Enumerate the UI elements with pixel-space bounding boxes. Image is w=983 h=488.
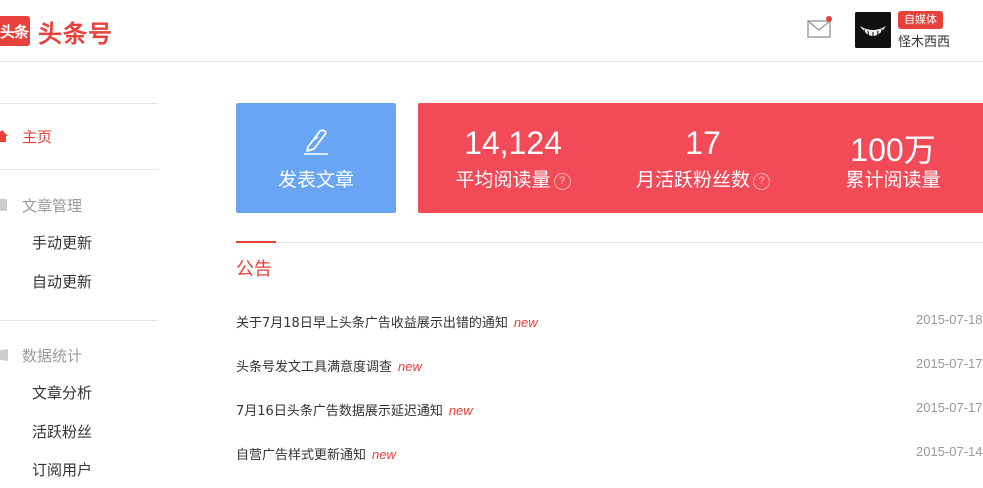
divider <box>0 169 158 170</box>
logo-text: 头条号 <box>38 19 113 48</box>
announcement-link[interactable]: 头条号发文工具满意度调查 new <box>236 356 422 375</box>
username[interactable]: 怪木西西 <box>898 31 950 50</box>
divider <box>236 242 983 243</box>
divider <box>0 103 158 104</box>
avatar[interactable] <box>855 12 891 48</box>
chart-icon <box>0 349 8 361</box>
stat-label: 月活跃粉丝数? <box>608 165 798 192</box>
notification-dot <box>826 16 832 22</box>
list-item: 关于7月18日早上头条广告收益展示出错的通知 new 2015-07-18 <box>236 308 983 332</box>
announcement-link[interactable]: 关于7月18日早上头条广告收益展示出错的通知 new <box>236 312 538 331</box>
list-item: 头条号发文工具满意度调查 new 2015-07-17 <box>236 352 983 376</box>
sidebar-group-articles: 文章管理 <box>22 197 83 215</box>
stats-panel: 14,124 平均阅读量? 17 月活跃粉丝数? 100万 累计阅读量 <box>418 103 983 213</box>
new-tag: new <box>372 447 396 462</box>
announcement-link[interactable]: 自营广告样式更新通知 new <box>236 444 396 463</box>
stat-active-fans: 17 月活跃粉丝数? <box>608 103 798 213</box>
announcements-title: 公告 <box>236 259 272 280</box>
list-item: 7月16日头条广告数据展示延迟通知 new 2015-07-17 <box>236 396 983 420</box>
logo-mark: 头条 <box>0 16 30 46</box>
logo[interactable]: 头条 头条号 <box>0 14 113 48</box>
stat-total-reads: 100万 累计阅读量 <box>798 103 983 213</box>
sidebar-item-subscribers[interactable]: 订阅用户 <box>32 459 92 480</box>
stat-value: 14,124 <box>464 125 562 161</box>
document-icon <box>0 199 7 211</box>
list-item: 自营广告样式更新通知 new 2015-07-14 <box>236 440 983 464</box>
top-header: 头条 头条号 自媒体 怪木西西 <box>0 0 983 62</box>
publish-article-button[interactable]: 发表文章 <box>236 103 396 213</box>
sidebar-group-statistics: 数据统计 <box>22 347 83 365</box>
sidebar-item-home[interactable]: 主页 <box>22 126 52 147</box>
mail-icon[interactable] <box>807 20 831 38</box>
new-tag: new <box>398 359 422 374</box>
announcement-date: 2015-07-17 <box>916 400 983 415</box>
stat-label: 累计阅读量 <box>845 169 941 191</box>
media-badge: 自媒体 <box>898 11 943 29</box>
announcement-date: 2015-07-14 <box>916 444 983 459</box>
announcement-date: 2015-07-18 <box>916 312 983 327</box>
sidebar-item-article-analysis[interactable]: 文章分析 <box>32 382 92 403</box>
sidebar-item-active-fans[interactable]: 活跃粉丝 <box>32 421 92 442</box>
section-accent <box>236 241 276 243</box>
sidebar-item-auto-update[interactable]: 自动更新 <box>32 271 92 292</box>
announcement-date: 2015-07-17 <box>916 356 983 371</box>
publish-label: 发表文章 <box>277 169 354 191</box>
new-tag: new <box>513 315 538 330</box>
help-icon[interactable]: ? <box>553 173 571 190</box>
sidebar-item-manual-update[interactable]: 手动更新 <box>32 232 92 253</box>
stat-label: 平均阅读量? <box>418 165 608 192</box>
new-tag: new <box>448 403 473 418</box>
announcement-link[interactable]: 7月16日头条广告数据展示延迟通知 new <box>236 400 473 419</box>
help-icon[interactable]: ? <box>753 173 770 190</box>
stat-value: 17 <box>685 125 721 161</box>
divider <box>0 320 158 321</box>
home-icon <box>0 130 8 142</box>
sidebar: 主页 文章管理 手动更新 自动更新 数据统计 文章分析 活跃粉丝 订阅用户 <box>0 62 158 488</box>
stat-avg-reads: 14,124 平均阅读量? <box>418 103 608 213</box>
pen-icon <box>304 129 328 155</box>
